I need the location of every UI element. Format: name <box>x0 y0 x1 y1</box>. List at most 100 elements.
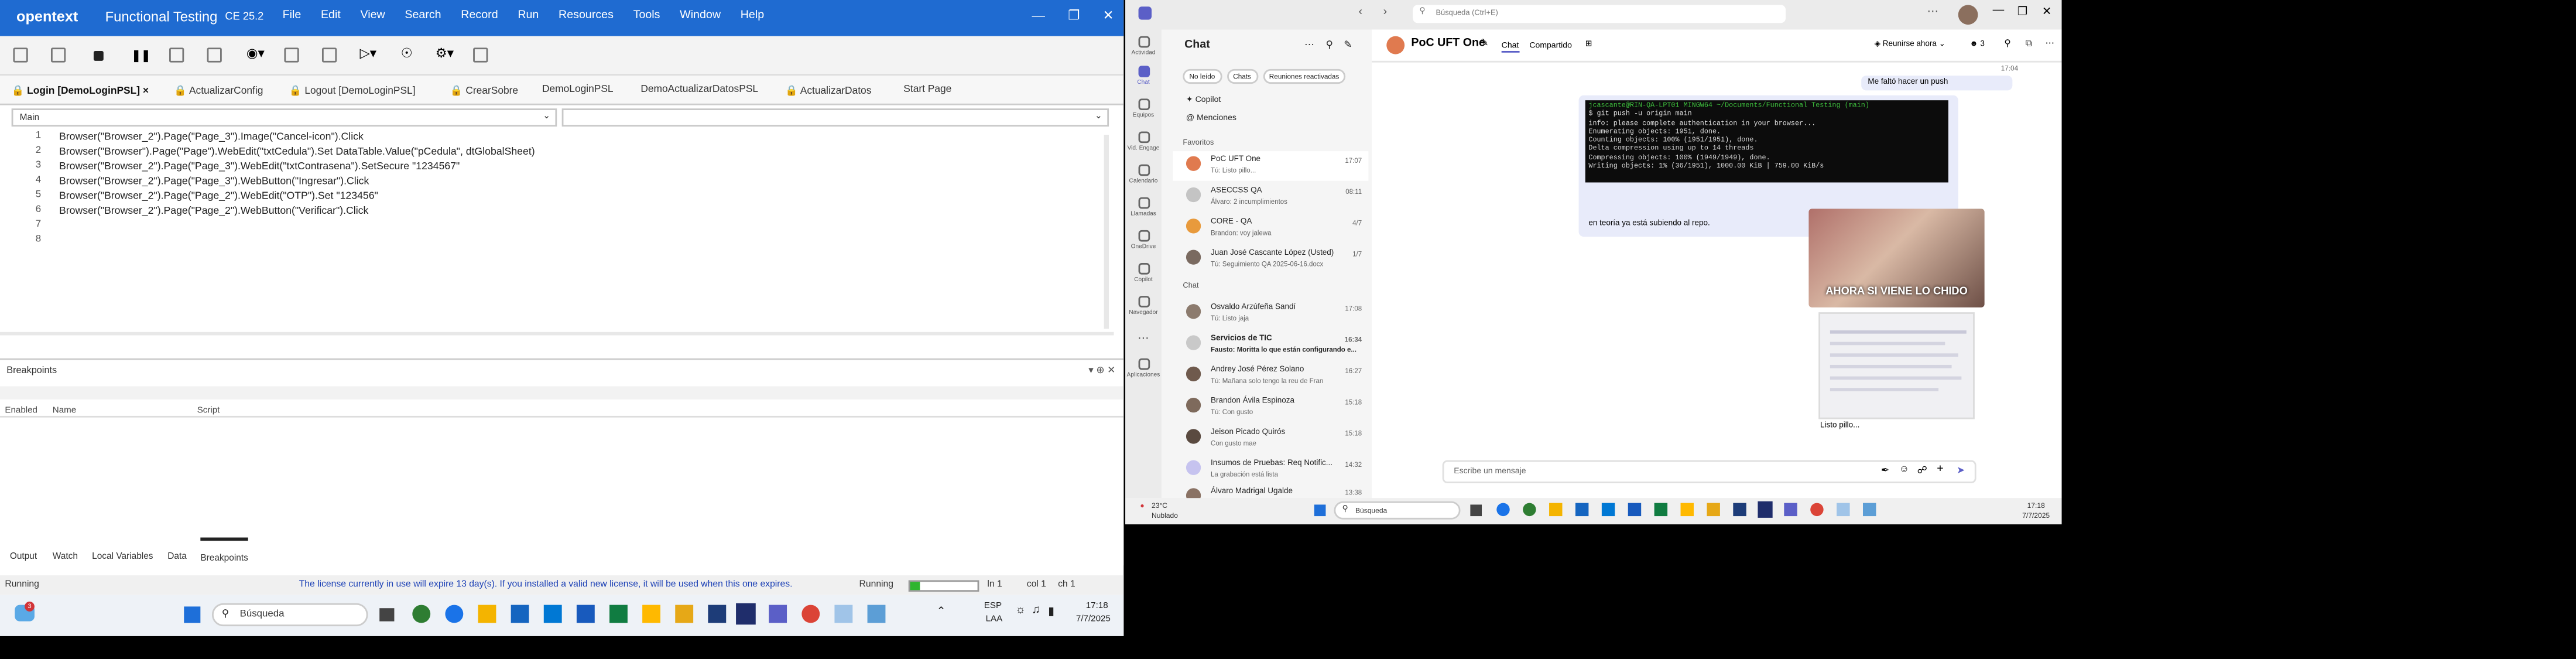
rail-more[interactable]: ⋯ <box>1125 332 1162 346</box>
chevron-up-icon[interactable]: ⌃ <box>936 605 946 618</box>
meme-image[interactable]: AHORA SI VIENE LO CHIDO <box>1808 209 1985 308</box>
edge-icon[interactable] <box>1496 503 1510 517</box>
list-item[interactable]: Brandon Ávila Espinoza Tú: Con gusto 15:18 <box>1173 393 1368 423</box>
message-bubble[interactable]: Me faltó hacer un push <box>1861 76 2013 91</box>
list-item[interactable]: Insumos de Pruebas: Req Notific... La gra… <box>1173 455 1368 485</box>
rail-chat[interactable]: Chat <box>1125 66 1162 86</box>
more-icon[interactable]: ⋯ <box>2045 39 2054 49</box>
list-item[interactable]: ASECCSS QA Álvaro: 2 incumplimientos 08:11 <box>1173 182 1368 212</box>
rail-engage[interactable]: Vid. Engage <box>1125 131 1162 151</box>
back-icon[interactable]: ‹ <box>1359 6 1363 18</box>
menu-edit[interactable]: Edit <box>321 10 341 22</box>
avatar[interactable] <box>1958 5 1978 25</box>
plus-icon[interactable]: + <box>1937 463 1943 475</box>
tab-demoactualizardatospsl[interactable]: DemoActualizarDatosPSL <box>640 84 758 95</box>
code-line[interactable]: Browser("Browser_2").Page("Page_2").WebB… <box>59 206 368 217</box>
member-combo[interactable]: ⌄ <box>561 108 1109 127</box>
outlook-icon[interactable] <box>1601 503 1615 517</box>
popout-icon[interactable]: ⧉ <box>2026 39 2032 51</box>
edge-icon[interactable] <box>445 605 464 623</box>
copilot-item[interactable]: ✦ Copilot <box>1186 95 1221 105</box>
uft-icon[interactable] <box>1758 501 1773 518</box>
restore-icon[interactable]: ❐ <box>2017 5 2028 18</box>
more-icon[interactable]: ⋯ <box>1927 5 1938 18</box>
code-editor[interactable]: 1 2 3 4 5 6 7 8 Browser("Browser_2").Pag… <box>0 128 1114 336</box>
add-tab-icon[interactable]: ⊞ <box>1585 39 1592 49</box>
close-icon[interactable]: ✕ <box>2042 5 2051 18</box>
rail-copilot[interactable]: Copilot <box>1125 262 1162 283</box>
store-icon[interactable] <box>511 605 529 623</box>
tab-local-variables[interactable]: Local Variables <box>92 552 153 562</box>
menu-search[interactable]: Search <box>405 10 441 22</box>
outlook-icon[interactable] <box>543 605 562 623</box>
tab-crearsobre[interactable]: 🔒 CrearSobre <box>450 84 518 97</box>
teams-icon[interactable] <box>1784 503 1797 517</box>
rail-onedrive[interactable]: OneDrive <box>1125 230 1162 250</box>
language-label[interactable]: ESP <box>984 602 1002 612</box>
tab-demologinpsl[interactable]: DemoLoginPSL <box>542 84 614 95</box>
chrome-icon[interactable] <box>1523 503 1536 517</box>
screenshot-thumbnail[interactable] <box>1818 312 1975 419</box>
app-icon[interactable] <box>1733 503 1746 517</box>
tab-output[interactable]: Output <box>10 552 37 562</box>
clock-time[interactable]: 17:18 <box>2027 501 2045 510</box>
chrome-icon[interactable] <box>1810 503 1824 517</box>
tab-actualizarconfig[interactable]: 🔒 ActualizarConfig <box>174 84 263 97</box>
close-icon[interactable]: ✕ <box>1103 8 1114 23</box>
spy-icon[interactable] <box>321 47 337 63</box>
code-line[interactable]: Browser("Browser_2").Page("Page_2").WebE… <box>59 190 378 202</box>
rail-apps[interactable]: Aplicaciones <box>1125 358 1162 378</box>
emoji-icon[interactable]: ☺ <box>1899 465 1909 475</box>
edit-icon[interactable]: ✎ <box>1480 38 1488 49</box>
open-icon[interactable] <box>50 47 66 63</box>
pause-icon[interactable]: ❚❚ <box>131 49 150 63</box>
rail-navigator[interactable]: Navegador <box>1125 296 1162 316</box>
forward-icon[interactable]: › <box>1383 6 1388 18</box>
app-icon[interactable] <box>1680 503 1694 517</box>
mentions-item[interactable]: @ Menciones <box>1186 114 1236 124</box>
attach-icon[interactable]: ☍ <box>1917 465 1927 477</box>
export-icon[interactable] <box>473 47 488 63</box>
app-icon[interactable] <box>708 605 727 623</box>
folder-icon[interactable] <box>478 605 496 623</box>
tab-watch[interactable]: Watch <box>53 552 78 562</box>
teams-icon[interactable] <box>769 605 787 623</box>
excel-icon[interactable] <box>1654 503 1668 517</box>
list-item[interactable]: Andrey José Pérez Solano Tú: Mañana solo … <box>1173 361 1368 391</box>
clock-date[interactable]: 7/7/2025 <box>1076 614 1111 624</box>
snip-icon[interactable] <box>867 605 886 623</box>
battery-icon[interactable]: ▮ <box>1048 605 1054 618</box>
stop-icon[interactable] <box>93 50 104 61</box>
rail-calendar[interactable]: Calendario <box>1125 164 1162 184</box>
store-icon[interactable] <box>1575 503 1589 517</box>
taskbar-search[interactable]: ⚲ Búsqueda <box>211 603 368 627</box>
menu-tools[interactable]: Tools <box>633 10 660 22</box>
tab-logout-demologinpsl[interactable]: 🔒 Logout [DemoLoginPSL] <box>289 84 416 97</box>
clock-date[interactable]: 7/7/2025 <box>2022 511 2050 520</box>
rail-teams[interactable]: Equipos <box>1125 98 1162 118</box>
list-item[interactable]: Juan José Cascante López (Usted) Tú: Segu… <box>1173 245 1368 275</box>
windows-start-icon[interactable] <box>184 606 201 623</box>
new-chat-icon[interactable]: ✎ <box>1344 39 1352 51</box>
clock-time[interactable]: 17:18 <box>1086 602 1108 612</box>
app-icon[interactable] <box>834 605 853 623</box>
menu-run[interactable]: Run <box>518 10 539 22</box>
more-icon[interactable]: ⋯ <box>1304 39 1314 51</box>
code-line[interactable]: Browser("Browser_2").Page("Page_3").WebB… <box>59 176 369 187</box>
minimize-icon[interactable]: — <box>1032 8 1045 23</box>
minimize-icon[interactable]: — <box>1993 5 2005 16</box>
record-icon[interactable]: ◉▾ <box>246 46 265 61</box>
filter-meetings[interactable]: Reuniones reactivadas <box>1262 69 1346 84</box>
app-icon[interactable] <box>675 605 694 623</box>
chrome-icon[interactable] <box>412 605 431 623</box>
scope-combo[interactable]: Main ⌄ <box>11 108 557 127</box>
step-over-icon[interactable] <box>207 47 222 63</box>
tab-login-demologinpsl[interactable]: 🔒 Login [DemoLoginPSL] × <box>12 84 149 97</box>
list-item[interactable]: CORE - QA Brandon: voy jalewa 4/7 <box>1173 214 1368 244</box>
list-item[interactable]: Jeison Picado Quirós Con gusto mae 15:18 <box>1173 424 1368 454</box>
meet-now-button[interactable]: ◈ Reunirse ahora ⌄ <box>1875 41 1945 49</box>
teams-search[interactable]: ⚲ Búsqueda (Ctrl+E) <box>1413 5 1786 23</box>
app-icon[interactable] <box>1837 503 1850 517</box>
panel-controls[interactable]: ▾ ⊕ ✕ <box>1088 365 1115 377</box>
horizontal-scrollbar[interactable] <box>0 332 1114 336</box>
